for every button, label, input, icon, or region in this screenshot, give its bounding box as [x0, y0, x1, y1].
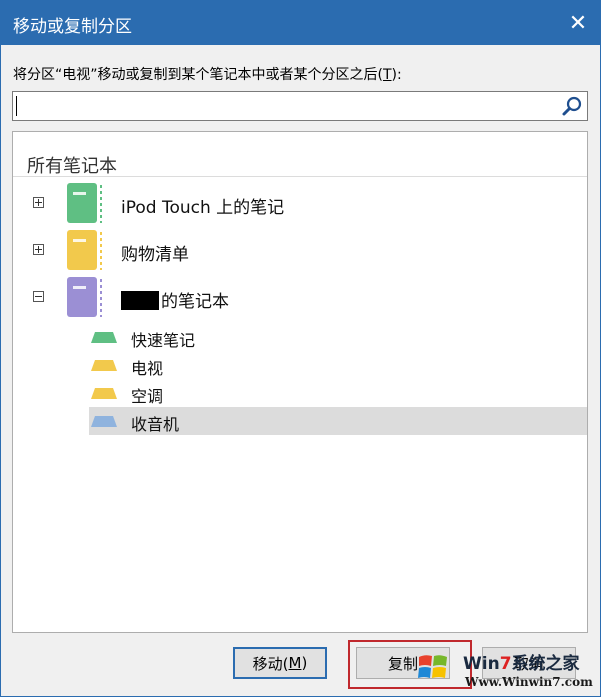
- section-tab-icon: [91, 416, 117, 427]
- windows-flag-icon: [418, 655, 447, 678]
- section-row-radio[interactable]: 收音机: [89, 407, 587, 435]
- notebook-tree[interactable]: 所有笔记本 iPod Touch 上的笔记 购物清单 的笔记本 快速笔记 电视 …: [12, 131, 588, 633]
- section-tab-icon: [91, 360, 117, 371]
- search-input[interactable]: [13, 92, 553, 120]
- prompt-accel: T: [382, 67, 392, 83]
- prompt-text-end: ):: [391, 67, 402, 83]
- prompt-label: 将分区“电视”移动或复制到某个笔记本中或者某个分区之后(T):: [13, 64, 402, 84]
- notebook-icon: [67, 183, 102, 223]
- section-name: 空调: [131, 387, 164, 406]
- redacted-name: [121, 291, 159, 310]
- watermark-title: Win7系统之家: [463, 649, 580, 674]
- group-divider: [13, 176, 587, 177]
- close-button[interactable]: ✕: [556, 1, 600, 45]
- notebook-name: 购物清单: [121, 245, 189, 265]
- search-box[interactable]: [12, 91, 588, 121]
- move-copy-dialog: 移动或复制分区 ✕ 将分区“电视”移动或复制到某个笔记本中或者某个分区之后(T)…: [0, 0, 601, 697]
- watermark-brand: Win: [463, 654, 500, 674]
- notebook-row-mine[interactable]: 的笔记本: [13, 277, 587, 319]
- notebook-icon: [67, 277, 102, 317]
- section-name: 电视: [131, 359, 164, 378]
- prompt-text: 将分区“电视”移动或复制到某个笔记本中或者某个分区之后(: [13, 67, 383, 83]
- section-tab-icon: [91, 332, 117, 343]
- section-name: 快速笔记: [131, 331, 196, 350]
- section-row-tv[interactable]: 电视: [89, 351, 587, 379]
- notebook-name: 的笔记本: [121, 287, 229, 312]
- title-bar: 移动或复制分区 ✕: [1, 1, 600, 45]
- watermark-brand-cn: 系统之家: [511, 654, 580, 674]
- section-name: 收音机: [131, 415, 180, 434]
- expand-icon[interactable]: [33, 197, 44, 208]
- site-watermark: Win7系统之家 Www.Winwin7.com: [415, 645, 599, 695]
- move-label-end: ): [301, 654, 308, 672]
- watermark-seven: 7: [499, 654, 512, 674]
- notebook-row-shopping[interactable]: 购物清单: [13, 230, 587, 272]
- watermark-url: Www.Winwin7.com: [465, 675, 593, 689]
- collapse-icon[interactable]: [33, 291, 44, 302]
- move-button[interactable]: 移动(M): [233, 647, 327, 679]
- notebook-icon: [67, 230, 102, 270]
- section-tab-icon: [91, 388, 117, 399]
- window-title: 移动或复制分区: [13, 17, 132, 37]
- search-icon[interactable]: [561, 95, 583, 117]
- text-caret: [16, 96, 17, 116]
- move-label: 移动(: [252, 654, 289, 673]
- close-icon: ✕: [568, 10, 588, 36]
- notebook-name: iPod Touch 上的笔记: [121, 198, 285, 218]
- notebook-name-text: 的笔记本: [161, 292, 229, 312]
- section-row-ac[interactable]: 空调: [89, 379, 587, 407]
- group-label: 所有笔记本: [27, 156, 117, 177]
- expand-icon[interactable]: [33, 244, 44, 255]
- notebook-row-ipod[interactable]: iPod Touch 上的笔记: [13, 183, 587, 225]
- section-row-quick-notes[interactable]: 快速笔记: [89, 323, 587, 351]
- move-accel: M: [288, 654, 302, 672]
